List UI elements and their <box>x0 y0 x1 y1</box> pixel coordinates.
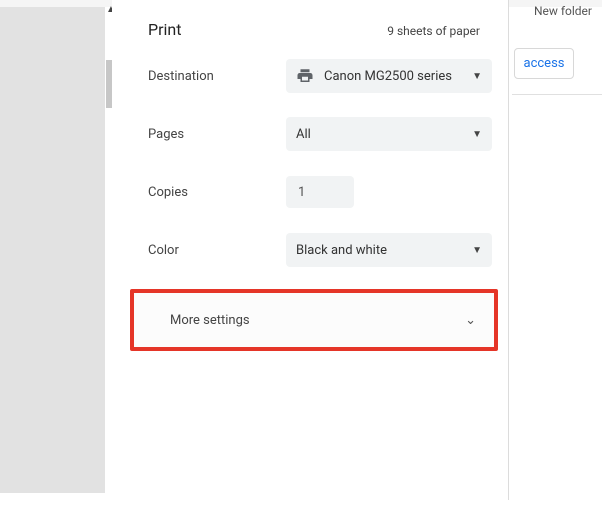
color-row: Color Black and white ▼ <box>148 221 492 279</box>
background-gray-area <box>0 0 105 493</box>
print-title: Print <box>148 20 181 39</box>
pages-row: Pages All ▼ <box>148 105 492 163</box>
pages-label: Pages <box>148 127 286 142</box>
pages-value: All <box>296 127 472 142</box>
destination-select[interactable]: Canon MG2500 series ▼ <box>286 59 492 93</box>
pages-select[interactable]: All ▼ <box>286 117 492 151</box>
access-button[interactable]: access <box>514 48 574 79</box>
print-header: Print 9 sheets of paper <box>112 0 508 39</box>
printer-icon <box>296 67 314 85</box>
sheets-of-paper: 9 sheets of paper <box>387 24 480 38</box>
destination-label: Destination <box>148 69 286 84</box>
more-settings-label: More settings <box>170 313 250 328</box>
destination-value: Canon MG2500 series <box>324 69 472 84</box>
chevron-down-icon: ▼ <box>472 71 482 82</box>
color-label: Color <box>148 243 286 258</box>
chevron-down-icon: ⌄ <box>465 313 476 328</box>
background-divider <box>512 94 602 95</box>
copies-row: Copies 1 <box>148 163 492 221</box>
copies-input[interactable]: 1 <box>286 176 354 208</box>
chevron-down-icon: ▼ <box>472 129 482 140</box>
print-dialog: Print 9 sheets of paper Destination Cano… <box>112 0 509 500</box>
print-options: Destination Canon MG2500 series ▼ Pages … <box>112 39 508 351</box>
destination-row: Destination Canon MG2500 series ▼ <box>148 47 492 105</box>
color-select[interactable]: Black and white ▼ <box>286 233 492 267</box>
new-folder-label[interactable]: New folder <box>534 4 592 18</box>
copies-label: Copies <box>148 185 286 200</box>
more-settings-button[interactable]: More settings ⌄ <box>130 289 498 351</box>
copies-value: 1 <box>298 185 305 200</box>
color-value: Black and white <box>296 243 472 258</box>
chevron-down-icon: ▼ <box>472 245 482 256</box>
